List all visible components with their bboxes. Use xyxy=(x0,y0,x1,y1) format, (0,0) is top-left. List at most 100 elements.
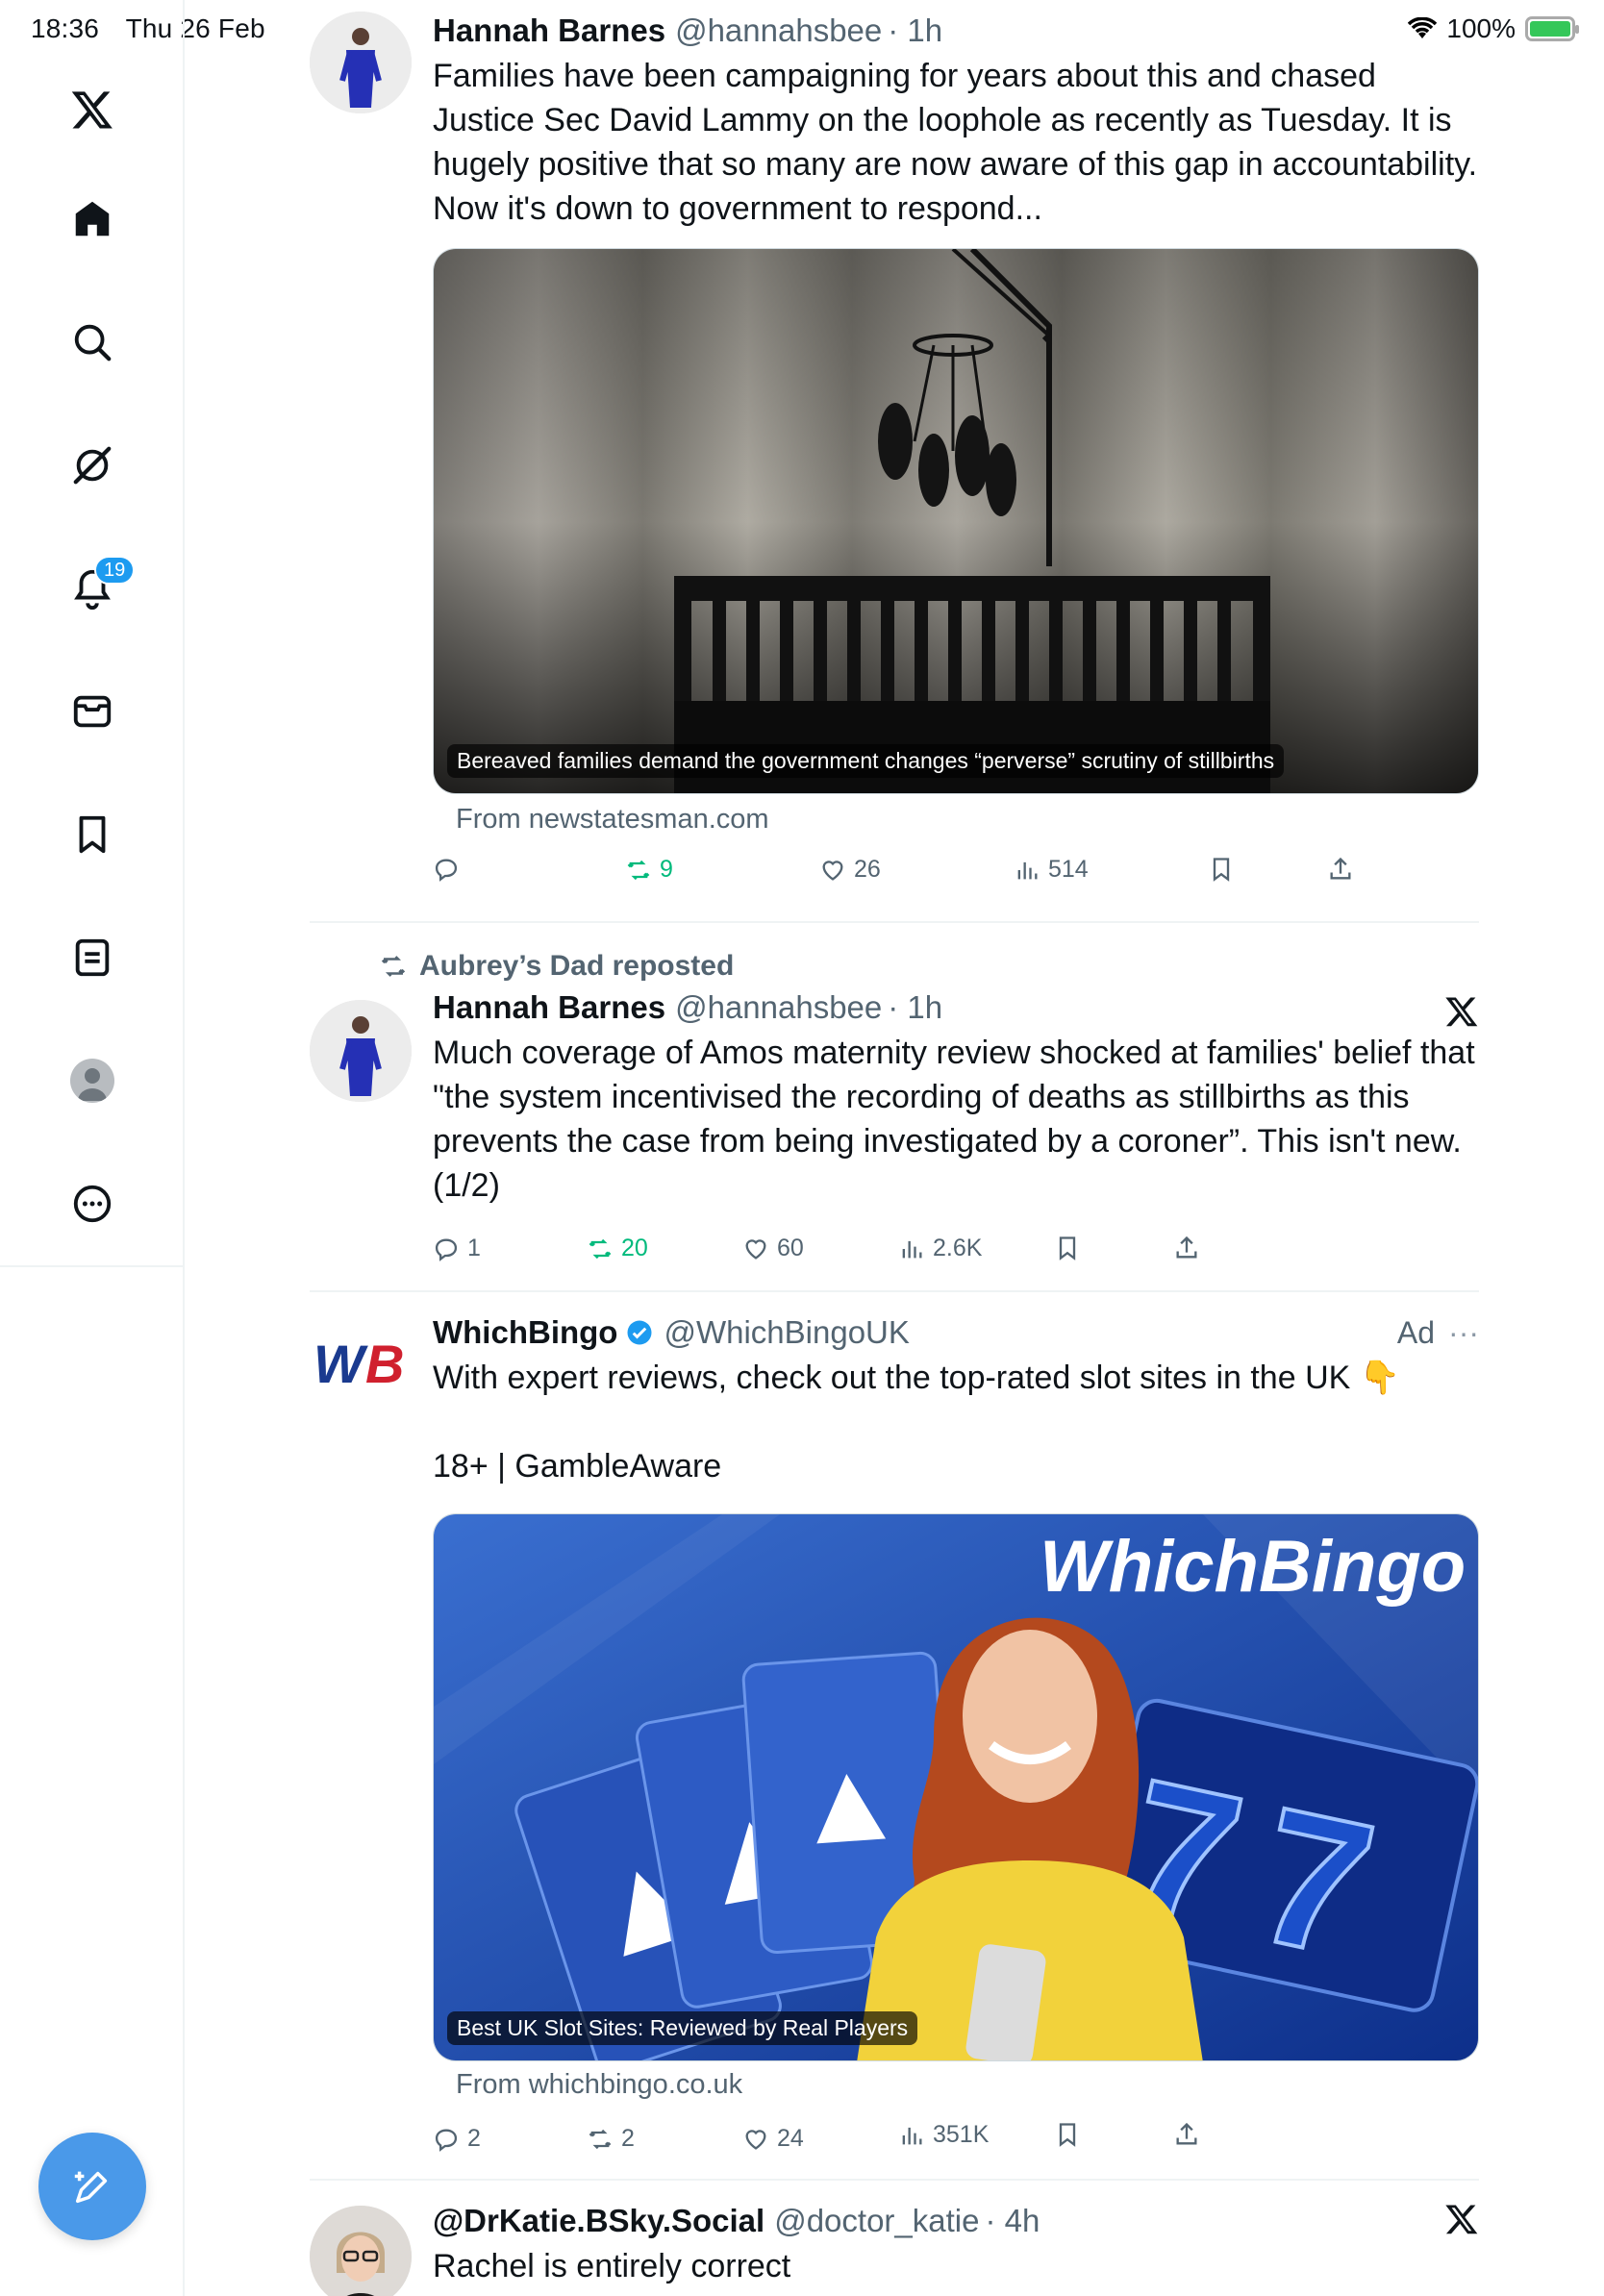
tweet[interactable]: Hannah Barnes @hannahsbee · 1h Families … xyxy=(310,12,1479,915)
bookmarks-icon[interactable] xyxy=(63,806,121,863)
like-button[interactable]: 24 xyxy=(742,2125,804,2153)
author-avatar[interactable] xyxy=(310,2206,412,2296)
reply-icon xyxy=(435,1237,458,1261)
heart-icon xyxy=(745,2129,766,2150)
crib-photo xyxy=(434,249,1478,793)
reposted-by-label: Aubrey’s Dad reposted xyxy=(419,950,735,982)
battery-icon xyxy=(1525,16,1579,41)
bookmark-button[interactable] xyxy=(1208,856,1235,883)
like-button[interactable]: 60 xyxy=(742,1235,804,1262)
tweet-text: With expert reviews, check out the top-r… xyxy=(433,1360,1401,1396)
link-card-source[interactable]: From newstatesman.com xyxy=(456,804,769,836)
repost-count: 20 xyxy=(621,1235,648,1261)
reply-button[interactable]: 2 xyxy=(433,2125,481,2153)
bookmark-button[interactable] xyxy=(1054,1235,1081,1261)
tweet-divider xyxy=(310,2179,1479,2181)
like-count: 26 xyxy=(854,856,881,883)
views-chart-icon xyxy=(902,1240,922,1258)
repost-icon xyxy=(627,860,650,880)
repost-icon xyxy=(381,956,406,977)
profile-avatar-icon[interactable] xyxy=(63,1052,121,1110)
compose-post-button[interactable] xyxy=(38,2133,146,2240)
author-handle[interactable]: @hannahsbee xyxy=(675,988,882,1027)
tweet[interactable]: Aubrey’s Dad reposted Hannah Barnes @han… xyxy=(310,950,1479,1286)
bookmark-icon xyxy=(1213,858,1230,882)
views-button[interactable]: 2.6K xyxy=(898,1235,982,1262)
reply-button[interactable]: 1 xyxy=(433,1235,481,1262)
share-icon xyxy=(1330,857,1351,880)
promoted-tweet[interactable]: W B Ad ··· WhichBingo @WhichBingoUK With… xyxy=(310,1313,1479,2159)
reply-icon xyxy=(435,2128,458,2152)
logo-text-b: B xyxy=(365,1334,404,1394)
tweet-actions: 9 26 514 xyxy=(310,856,1479,894)
author-handle[interactable]: @WhichBingoUK xyxy=(664,1313,909,1352)
compose-feather-icon xyxy=(74,2171,108,2204)
views-chart-icon xyxy=(1017,861,1038,879)
views-button[interactable]: 514 xyxy=(1014,856,1089,884)
notifications-bell-icon[interactable]: 19 xyxy=(63,556,136,617)
banner-brand: WhichBingo xyxy=(1040,1526,1466,1608)
link-card-caption: Bereaved families demand the government … xyxy=(447,744,1285,778)
repost-icon xyxy=(589,1238,612,1259)
author-name[interactable]: Hannah Barnes xyxy=(433,12,665,50)
tweet-divider xyxy=(310,1290,1479,1292)
repost-button[interactable]: 20 xyxy=(587,1235,648,1262)
like-count: 60 xyxy=(777,1235,804,1261)
views-chart-icon xyxy=(902,2127,922,2144)
views-count: 2.6K xyxy=(933,1235,983,1261)
link-card-image[interactable]: Bereaved families demand the government … xyxy=(433,248,1479,794)
tweet-text: Rachel is entirely correct xyxy=(433,2248,791,2284)
share-button[interactable] xyxy=(1327,856,1354,883)
author-name[interactable]: WhichBingo xyxy=(433,1313,617,1352)
advertiser-logo[interactable]: W B xyxy=(310,1313,412,1415)
logo-text-w: W xyxy=(313,1334,368,1394)
share-icon xyxy=(1176,1235,1197,1259)
like-button[interactable]: 26 xyxy=(819,856,881,884)
tweet-text: Much coverage of Amos maternity review s… xyxy=(433,1035,1475,1204)
tweet-time: · 1h xyxy=(888,989,943,1025)
search-icon[interactable] xyxy=(63,313,121,371)
tweet-text: Families have been campaigning for years… xyxy=(433,58,1478,227)
author-handle[interactable]: @doctor_katie xyxy=(774,2202,979,2240)
reply-button[interactable] xyxy=(433,856,467,883)
ad-card-caption: Best UK Slot Sites: Reviewed by Real Pla… xyxy=(447,2011,918,2045)
bookmark-icon xyxy=(1059,1236,1076,1260)
author-name[interactable]: @DrKatie.BSky.Social xyxy=(433,2202,764,2240)
bingo-banner: WhichBingo 7 7 xyxy=(434,1514,1478,2060)
tweet-actions: 1 20 60 2.6K xyxy=(310,1235,1479,1273)
grok-icon[interactable] xyxy=(63,437,121,494)
tweet-time: · 1h xyxy=(888,12,943,48)
lists-icon[interactable] xyxy=(63,929,121,986)
author-avatar[interactable] xyxy=(310,12,412,113)
bookmark-button[interactable] xyxy=(1054,2121,1081,2148)
reply-icon xyxy=(435,859,458,882)
share-button[interactable] xyxy=(1173,2121,1200,2148)
ad-card-image[interactable]: WhichBingo 7 7 Best UK Slot Sites: Revie… xyxy=(433,1513,1479,2061)
x-logo-icon[interactable] xyxy=(63,81,121,138)
views-count: 514 xyxy=(1048,856,1089,883)
heart-icon xyxy=(745,1238,766,1260)
messages-icon[interactable] xyxy=(63,683,121,740)
reply-count: 1 xyxy=(467,1235,481,1261)
repost-button[interactable]: 2 xyxy=(587,2125,635,2153)
repost-context[interactable]: Aubrey’s Dad reposted xyxy=(379,950,734,983)
repost-button[interactable]: 9 xyxy=(625,856,673,884)
bookmark-icon xyxy=(1059,2123,1076,2147)
author-name[interactable]: Hannah Barnes xyxy=(433,988,665,1027)
more-options-icon[interactable] xyxy=(63,1175,121,1233)
author-avatar[interactable] xyxy=(310,1000,412,1102)
reply-count: 2 xyxy=(467,2125,481,2152)
views-button[interactable]: 351K xyxy=(898,2121,989,2149)
author-handle[interactable]: @hannahsbee xyxy=(675,12,882,50)
tweet[interactable]: @DrKatie.BSky.Social @doctor_katie · 4h … xyxy=(310,2202,1479,2296)
sidebar-nav: 19 xyxy=(0,0,185,1267)
share-button[interactable] xyxy=(1173,1235,1200,1261)
repost-icon xyxy=(589,2129,612,2149)
home-icon[interactable] xyxy=(63,190,121,248)
views-count: 351K xyxy=(933,2121,990,2148)
heart-icon xyxy=(822,860,843,881)
tweet-divider xyxy=(310,921,1479,923)
verified-badge-icon xyxy=(627,1320,652,1345)
ad-card-source[interactable]: From whichbingo.co.uk xyxy=(456,2069,742,2101)
repost-count: 2 xyxy=(621,2125,635,2152)
